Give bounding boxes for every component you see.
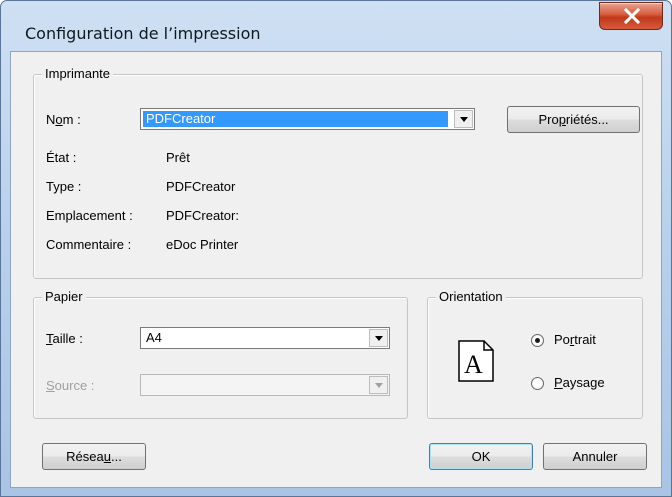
paper-source-select	[140, 374, 390, 396]
paper-size-value: A4	[146, 330, 162, 345]
paper-group-label: Papier	[42, 289, 86, 305]
portrait-radio[interactable]	[531, 334, 544, 347]
paper-size-label: Taille :	[46, 331, 83, 346]
comment-label: Commentaire :	[46, 237, 132, 252]
paper-source-label: Source :	[46, 378, 95, 393]
title-bar[interactable]: Configuration de l’impression	[1, 1, 671, 53]
type-label: Type :	[46, 179, 82, 194]
printer-group-label: Imprimante	[42, 66, 114, 82]
network-button[interactable]: Réseau...	[42, 443, 146, 470]
chevron-down-icon[interactable]	[369, 329, 388, 347]
close-icon	[623, 8, 641, 24]
window-title: Configuration de l’impression	[25, 24, 261, 43]
cancel-button[interactable]: Annuler	[543, 443, 647, 470]
paper-source-value	[143, 377, 149, 393]
portrait-label[interactable]: Portrait	[554, 332, 596, 348]
paper-size-select[interactable]: A4	[140, 327, 390, 349]
location-value: PDFCreator:	[166, 208, 239, 223]
portrait-page-icon: A	[458, 340, 494, 382]
comment-value: eDoc Printer	[166, 237, 239, 252]
properties-button[interactable]: Propriétés...	[507, 106, 640, 133]
printer-name-select[interactable]: PDFCreator	[140, 108, 475, 130]
printer-name-value: PDFCreator	[143, 111, 448, 127]
close-button[interactable]	[599, 2, 663, 30]
orientation-glyph: A	[464, 350, 483, 379]
ok-button[interactable]: OK	[429, 443, 533, 470]
paper-group: Papier Taille : A4 Source :	[33, 289, 408, 419]
orientation-group: Orientation A Portrait Paysage	[427, 289, 643, 419]
landscape-label[interactable]: Paysage	[554, 375, 605, 391]
orientation-group-label: Orientation	[436, 289, 506, 305]
landscape-radio[interactable]	[531, 377, 544, 390]
status-label: État :	[46, 150, 77, 165]
type-value: PDFCreator	[166, 179, 236, 194]
printer-name-label: Nom :	[46, 112, 81, 127]
chevron-down-icon	[369, 376, 388, 394]
dialog-body: Imprimante Nom : PDFCreator Propriétés..…	[10, 51, 662, 488]
print-setup-dialog: Configuration de l’impression Imprimante…	[0, 0, 672, 497]
printer-group: Imprimante Nom : PDFCreator Propriétés..…	[33, 66, 643, 279]
chevron-down-icon[interactable]	[454, 110, 473, 128]
location-label: Emplacement :	[46, 208, 133, 223]
status-value: Prêt	[166, 150, 190, 165]
